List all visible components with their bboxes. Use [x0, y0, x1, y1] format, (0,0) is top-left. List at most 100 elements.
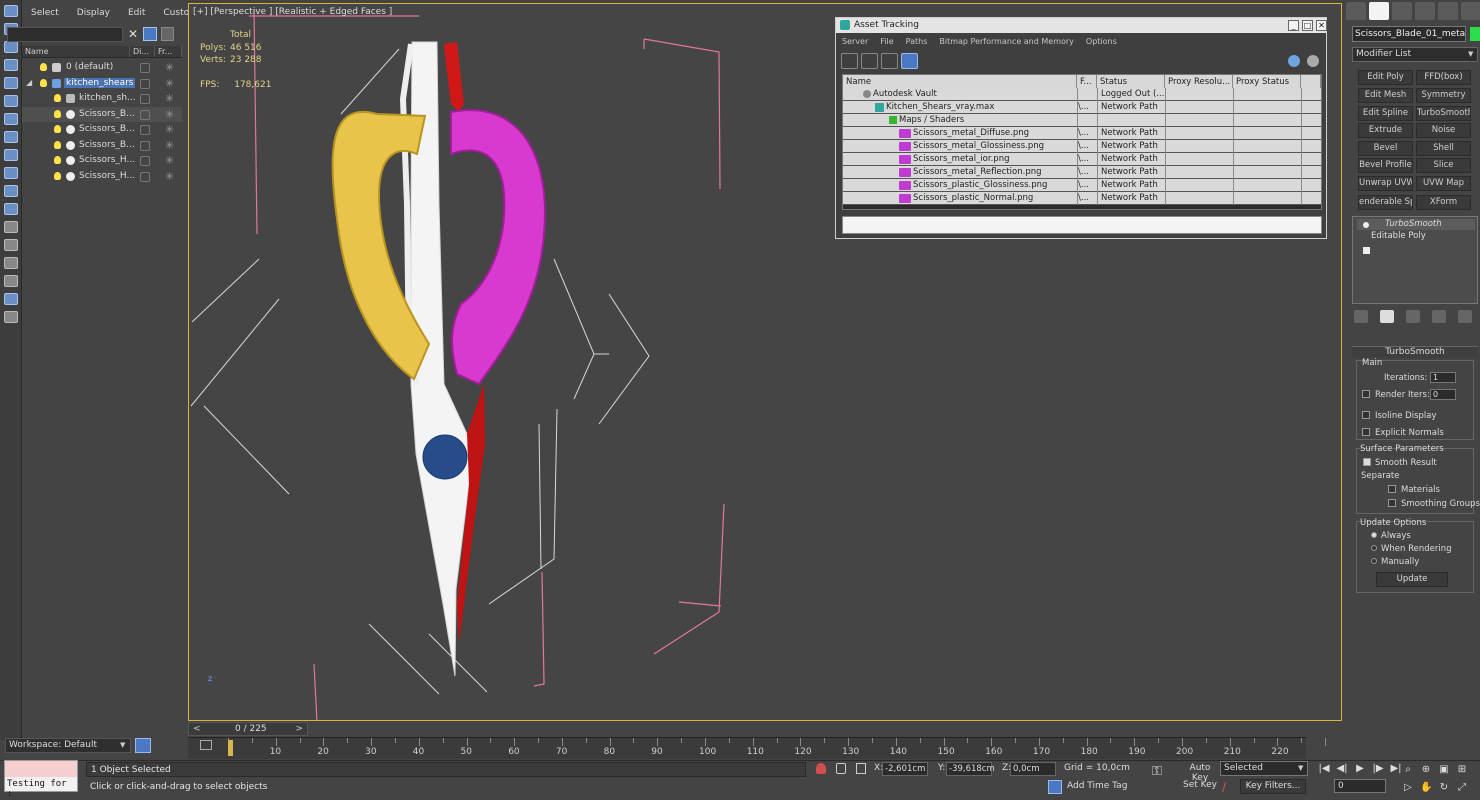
z-coordinate-field[interactable]: 0,0cm: [1010, 762, 1056, 776]
settings-icon[interactable]: [1307, 55, 1319, 67]
asset-row[interactable]: Scissors_metal_Glossiness.png \... Netwo…: [843, 140, 1321, 153]
turbosmooth-button[interactable]: TurboSmooth: [1416, 106, 1471, 121]
asset-path-field[interactable]: [842, 216, 1322, 234]
menu-file[interactable]: File: [874, 35, 899, 49]
column-full-path[interactable]: F...: [1077, 75, 1097, 88]
tree-row-object[interactable]: Scissors_B... ✳: [22, 122, 182, 138]
orbit-icon[interactable]: ↻: [1438, 782, 1450, 794]
filter-icon[interactable]: [143, 27, 157, 41]
update-manually-radio[interactable]: [1371, 558, 1377, 564]
tree-row-object[interactable]: kitchen_sh... ✳: [22, 91, 182, 107]
tree-row-object-selected[interactable]: Scissors_B... ✳: [22, 106, 182, 122]
key-filters-button[interactable]: Key Filters...: [1240, 779, 1306, 794]
explorer-menu-edit[interactable]: Edit: [119, 5, 154, 23]
playhead[interactable]: [228, 740, 233, 756]
asset-row[interactable]: Scissors_metal_ior.png \... Network Path: [843, 153, 1321, 166]
remove-modifier-icon[interactable]: [1432, 310, 1446, 323]
light-bulb-icon[interactable]: [54, 140, 61, 149]
next-frame-icon[interactable]: |▶: [1370, 762, 1386, 776]
create-tab-icon[interactable]: [1346, 2, 1366, 20]
turbosmooth-rollout-header[interactable]: TurboSmooth: [1352, 346, 1478, 358]
asset-row[interactable]: Scissors_plastic_Normal.png \... Network…: [843, 192, 1321, 205]
separate-materials-checkbox[interactable]: [1388, 485, 1396, 493]
freeze-snowflake-icon[interactable]: ✳: [165, 61, 174, 74]
menu-bitmap-performance[interactable]: Bitmap Performance and Memory: [933, 35, 1080, 49]
set-key-button[interactable]: Set Key: [1180, 780, 1220, 794]
iterations-spinner[interactable]: 1: [1430, 372, 1456, 383]
display-toggle-icon[interactable]: [140, 125, 150, 135]
key-icon[interactable]: ⚿: [1152, 764, 1174, 779]
asset-row[interactable]: Kitchen_Shears_vray.max \... Network Pat…: [843, 101, 1321, 114]
zoom-extents-all-icon[interactable]: ⊞: [1456, 764, 1468, 776]
xform-button[interactable]: XForm: [1416, 195, 1471, 210]
unwrap-uvw-button[interactable]: Unwrap UVW: [1358, 176, 1413, 191]
column-name[interactable]: Name: [22, 46, 130, 57]
explorer-menu-display[interactable]: Display: [68, 5, 119, 23]
ffd-box-button[interactable]: FFD(box): [1416, 70, 1471, 85]
key-filter-icon[interactable]: /: [1222, 780, 1236, 794]
extrude-button[interactable]: Extrude: [1358, 123, 1413, 138]
zoom-extents-icon[interactable]: ▣: [1438, 764, 1450, 776]
render-iters-spinner[interactable]: 0: [1430, 389, 1456, 400]
clear-search-icon[interactable]: ✕: [127, 27, 139, 41]
freeze-snowflake-icon[interactable]: ✳: [165, 108, 174, 121]
light-bulb-icon[interactable]: [40, 63, 47, 71]
zoom-icon[interactable]: ⌕: [1402, 764, 1414, 776]
tree-row-object[interactable]: Scissors_H... ✳: [22, 153, 182, 169]
update-when-rendering-radio[interactable]: [1371, 545, 1377, 551]
display-toggle-icon[interactable]: [140, 78, 150, 89]
update-button[interactable]: Update: [1376, 572, 1448, 587]
time-prev-button[interactable]: <: [193, 724, 201, 734]
light-bulb-icon[interactable]: [54, 156, 61, 164]
edit-poly-button[interactable]: Edit Poly: [1358, 70, 1413, 85]
bevel-button[interactable]: Bevel: [1358, 141, 1413, 156]
asset-row[interactable]: Scissors_metal_Diffuse.png \... Network …: [843, 127, 1321, 140]
close-button[interactable]: ✕: [1316, 20, 1327, 31]
asset-row[interactable]: Scissors_metal_Reflection.png \... Netwo…: [843, 166, 1321, 179]
symmetry-button[interactable]: Symmetry: [1416, 88, 1471, 103]
x-coordinate-field[interactable]: -2,601cm: [882, 762, 928, 776]
utilities-tab-icon[interactable]: [1461, 2, 1480, 20]
display-tab-icon[interactable]: [1438, 2, 1458, 20]
display-toggle-icon[interactable]: [140, 171, 150, 182]
workspace-dropdown[interactable]: Workspace: Default: [5, 738, 131, 753]
light-bulb-icon[interactable]: [54, 125, 61, 133]
pan-icon[interactable]: ✋: [1420, 782, 1432, 794]
uvw-map-button[interactable]: UVW Map: [1416, 176, 1471, 191]
asset-row[interactable]: Scissors_plastic_Glossiness.png \... Net…: [843, 179, 1321, 192]
shell-button[interactable]: Shell: [1416, 141, 1471, 156]
display-toggle-icon[interactable]: [140, 109, 150, 120]
column-name[interactable]: Name: [843, 75, 1077, 88]
curve-editor-icon[interactable]: [200, 740, 212, 750]
show-end-result-icon[interactable]: [1380, 310, 1394, 323]
column-freeze[interactable]: Fr...: [155, 46, 182, 57]
motion-tab-icon[interactable]: [1415, 2, 1435, 20]
explicit-normals-checkbox[interactable]: [1362, 428, 1370, 436]
tree-row-layer-kitchen-shears[interactable]: ◢ kitchen_shears ✳: [22, 76, 182, 92]
table-view-icon[interactable]: [901, 53, 918, 69]
go-to-start-icon[interactable]: |◀: [1316, 762, 1332, 776]
bevel-profile-button[interactable]: Bevel Profile: [1358, 158, 1413, 173]
chevron-down-icon[interactable]: ▼: [1298, 764, 1303, 772]
light-bulb-icon[interactable]: [54, 171, 61, 180]
key-set-dropdown[interactable]: Selected: [1220, 761, 1308, 776]
zoom-all-icon[interactable]: ⊕: [1420, 764, 1432, 776]
tree-row-object[interactable]: Scissors_H... ✳: [22, 169, 182, 185]
y-coordinate-field[interactable]: -39,618cm: [946, 762, 995, 776]
isoline-display-checkbox[interactable]: [1362, 411, 1370, 419]
chevron-down-icon[interactable]: ▼: [1468, 50, 1473, 58]
render-iters-checkbox[interactable]: [1362, 390, 1370, 398]
auto-key-button[interactable]: Auto Key: [1180, 763, 1220, 783]
display-toggle-icon[interactable]: [140, 156, 150, 166]
expand-icon[interactable]: [1363, 247, 1370, 254]
maxscript-input[interactable]: [5, 761, 77, 777]
maximize-viewport-icon[interactable]: ⤢: [1456, 782, 1468, 794]
stack-item-turbosmooth[interactable]: TurboSmooth: [1357, 219, 1475, 230]
modify-tab-icon[interactable]: [1369, 2, 1389, 20]
object-name-field[interactable]: Scissors_Blade_01_metal: [1352, 26, 1466, 42]
explorer-search-input[interactable]: [7, 27, 123, 42]
renderable-spline-button[interactable]: enderable Splin: [1358, 195, 1413, 210]
explorer-options-icon[interactable]: [161, 27, 174, 41]
current-frame-field[interactable]: 0: [1334, 779, 1386, 793]
column-proxy-status[interactable]: Proxy Status: [1233, 75, 1301, 88]
